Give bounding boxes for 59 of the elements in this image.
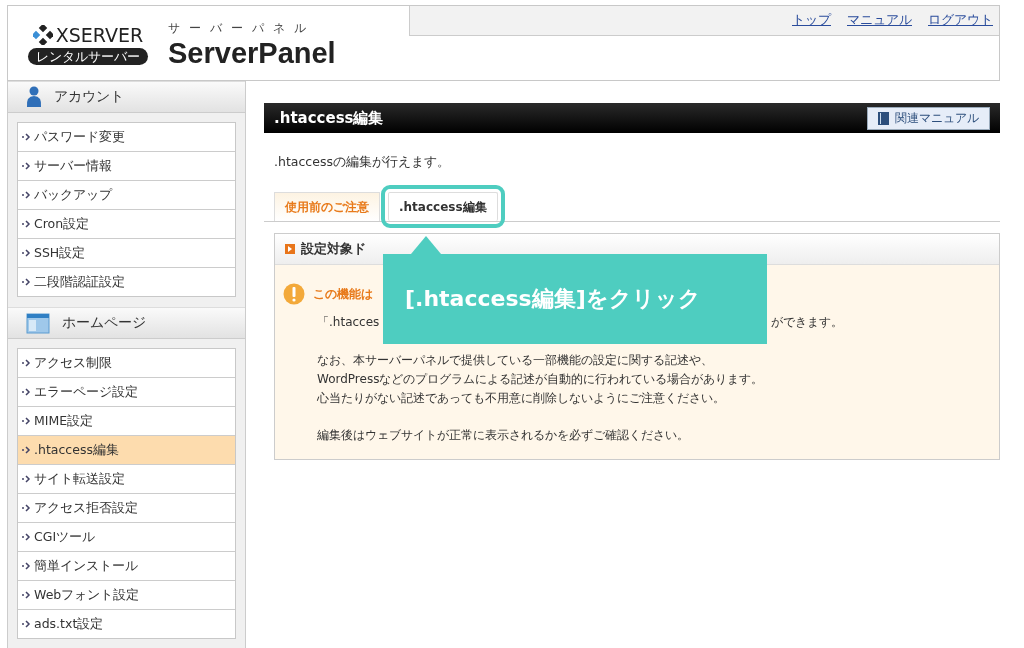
- notice-text: 「.htacces: [317, 314, 381, 331]
- section-title: アカウント: [54, 88, 124, 106]
- arrow-icon: [22, 133, 32, 141]
- arrow-icon: [22, 504, 32, 512]
- page-title: .htaccess編集: [274, 108, 384, 128]
- arrow-icon: [22, 562, 32, 570]
- sidebar-item[interactable]: 二段階認証設定: [18, 268, 235, 296]
- arrow-icon: [22, 191, 32, 199]
- arrow-icon: [22, 359, 32, 367]
- diamond-logo-icon: [32, 25, 53, 45]
- sidebar-item[interactable]: Webフォント設定: [18, 581, 235, 610]
- warning-icon: [283, 283, 305, 305]
- sidebar-item[interactable]: CGIツール: [18, 523, 235, 552]
- sidebar-item[interactable]: アクセス制限: [18, 349, 235, 378]
- callout-pointer: [411, 236, 441, 254]
- sidebar-item[interactable]: サーバー情報: [18, 152, 235, 181]
- sidebar-item[interactable]: Cron設定: [18, 210, 235, 239]
- nav-link[interactable]: トップ: [792, 12, 831, 29]
- arrow-icon: [22, 278, 32, 286]
- arrow-icon: [22, 249, 32, 257]
- arrow-icon: [22, 162, 32, 170]
- nav-link[interactable]: マニュアル: [847, 12, 912, 29]
- logo-text: XSERVER: [55, 24, 144, 46]
- arrow-icon: [22, 388, 32, 396]
- book-icon: [878, 111, 889, 125]
- nav-link[interactable]: ログアウト: [928, 12, 993, 29]
- sidebar-item[interactable]: サイト転送設定: [18, 465, 235, 494]
- logo-badge: レンタルサーバー: [28, 48, 148, 65]
- arrow-icon: [22, 446, 32, 454]
- notice-text: WordPressなどのプログラムによる記述が自動的に行われている場合があります。: [317, 371, 765, 388]
- callout-bubble: [.htaccess編集]をクリック: [383, 254, 767, 344]
- notice-text: ができます。: [771, 314, 843, 331]
- sidebar-item[interactable]: エラーページ設定: [18, 378, 235, 407]
- sidebar-item[interactable]: ads.txt設定: [18, 610, 235, 638]
- sidebar-item[interactable]: .htaccess編集: [18, 436, 235, 465]
- sidebar-item[interactable]: SSH設定: [18, 239, 235, 268]
- notice-text: 編集後はウェブサイトが正常に表示されるかを必ずご確認ください。: [317, 427, 690, 444]
- arrow-icon: [22, 591, 32, 599]
- sidebar-item[interactable]: パスワード変更: [18, 123, 235, 152]
- arrow-icon: [22, 220, 32, 228]
- person-icon: [26, 86, 42, 108]
- sidebar-item[interactable]: 簡単インストール: [18, 552, 235, 581]
- arrow-icon: [22, 417, 32, 425]
- arrow-icon: [22, 620, 32, 628]
- arrow-icon: [22, 475, 32, 483]
- notice-heading: この機能は: [313, 285, 373, 303]
- arrow-icon: [22, 533, 32, 541]
- notice-text: 心当たりがない記述であっても不用意に削除しないようにご注意ください。: [317, 390, 726, 407]
- sidebar-item[interactable]: アクセス拒否設定: [18, 494, 235, 523]
- panel-title: ServerPanel: [168, 37, 336, 70]
- manual-button[interactable]: 関連マニュアル: [867, 106, 990, 130]
- section-title: ホームページ: [62, 314, 146, 332]
- arrow-square-icon: [285, 244, 295, 254]
- window-icon: [26, 312, 50, 334]
- sidebar-item[interactable]: バックアップ: [18, 181, 235, 210]
- description-text: .htaccessの編集が行えます。: [274, 154, 451, 171]
- panel-heading: 設定対象ド: [301, 240, 366, 258]
- notice-text: なお、本サーバーパネルで提供している一部機能の設定に関する記述や、: [317, 352, 714, 369]
- panel-subtitle: サーバーパネル: [168, 20, 316, 37]
